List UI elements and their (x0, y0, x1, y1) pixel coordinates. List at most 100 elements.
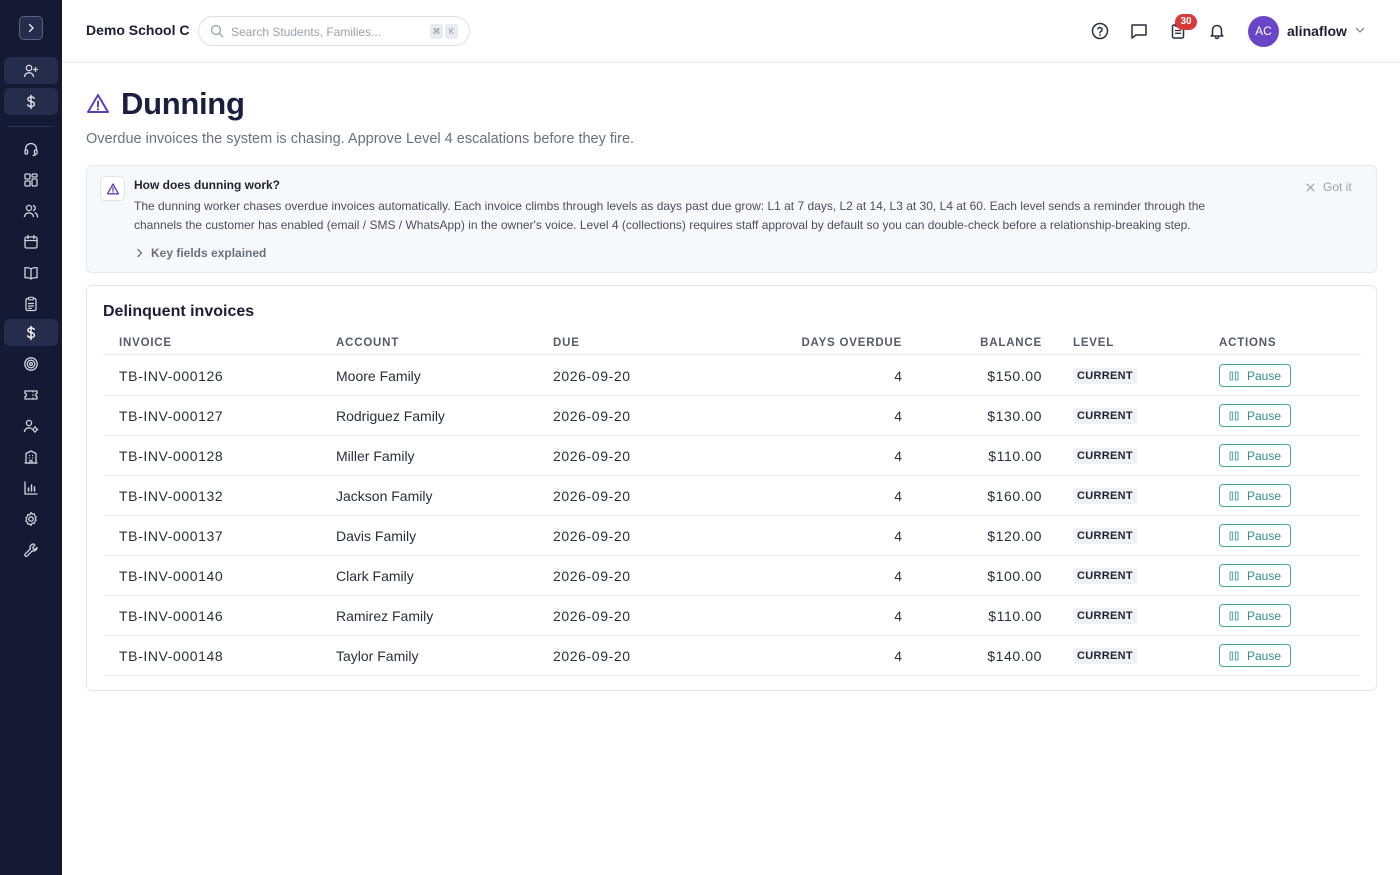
due-date: 2026-09-20 (553, 408, 631, 424)
notifications-button[interactable] (1206, 20, 1228, 42)
sidebar-item-goals[interactable] (4, 350, 58, 377)
sidebar-item-billing[interactable] (4, 319, 58, 346)
sidebar-item-reports[interactable] (4, 474, 58, 501)
page-header: Dunning (86, 86, 245, 122)
account-name[interactable]: Jackson Family (336, 488, 432, 504)
days-overdue: 4 (894, 568, 902, 584)
book-icon (24, 266, 38, 280)
account-name[interactable]: Moore Family (336, 368, 421, 384)
due-date: 2026-09-20 (553, 448, 631, 464)
sidebar-item-add-student[interactable] (4, 57, 58, 84)
sidebar-item-tools[interactable] (4, 536, 58, 563)
avatar[interactable]: AC (1248, 16, 1279, 47)
invoice-number[interactable]: TB-INV-000128 (119, 448, 223, 464)
pause-icon (1229, 371, 1239, 380)
pause-label: Pause (1247, 448, 1282, 463)
pause-button[interactable]: Pause (1219, 564, 1291, 587)
sidebar-item-tasks[interactable] (4, 290, 58, 317)
sidebar-item-calendar[interactable] (4, 228, 58, 255)
col-header-days-overdue: DAYS OVERDUE (801, 337, 902, 349)
delinquent-invoices-card: Delinquent invoices INVOICE ACCOUNT DUE … (86, 285, 1377, 691)
table-row: TB-INV-000137 Davis Family 2026-09-20 4 $120… (103, 516, 1361, 556)
balance: $110.00 (988, 448, 1042, 464)
page-subtitle: Overdue invoices the system is chasing. … (86, 131, 635, 147)
help-circle-icon (1091, 22, 1109, 40)
top-bar: Demo School C ⌘ K 30 AC alinaflow (62, 0, 1400, 63)
sidebar-item-support[interactable] (4, 135, 58, 162)
pause-button[interactable]: Pause (1219, 444, 1291, 467)
account-name[interactable]: Taylor Family (336, 648, 418, 664)
days-overdue: 4 (894, 648, 902, 664)
sidebar-expand-button[interactable] (19, 16, 43, 40)
sidebar-item-payments-quick[interactable] (4, 88, 58, 115)
target-icon (24, 356, 38, 371)
sidebar-item-dashboard[interactable] (4, 166, 58, 193)
col-header-invoice: INVOICE (119, 337, 172, 349)
sidebar-item-families[interactable] (4, 197, 58, 224)
ticket-icon (24, 389, 38, 400)
level-badge: CURRENT (1073, 408, 1137, 424)
account-name[interactable]: Rodriguez Family (336, 408, 445, 424)
close-icon (1306, 182, 1315, 192)
col-header-due: DUE (553, 337, 580, 349)
pause-button[interactable]: Pause (1219, 524, 1291, 547)
due-date: 2026-09-20 (553, 608, 631, 624)
pause-icon (1229, 411, 1239, 420)
invoice-number[interactable]: TB-INV-000132 (119, 488, 223, 504)
level-badge: CURRENT (1073, 648, 1137, 664)
user-plus-icon (23, 64, 39, 77)
info-icon-box (100, 176, 125, 201)
invoice-number[interactable]: TB-INV-000146 (119, 608, 223, 624)
info-title: How does dunning work? (134, 178, 280, 192)
key-fields-toggle[interactable]: Key fields explained (136, 246, 266, 260)
invoice-number[interactable]: TB-INV-000126 (119, 368, 223, 384)
users-icon (23, 204, 39, 218)
account-name[interactable]: Clark Family (336, 568, 414, 584)
table-row: TB-INV-000148 Taylor Family 2026-09-20 4 $14… (103, 636, 1361, 676)
user-gear-icon (23, 419, 39, 433)
invoice-number[interactable]: TB-INV-000137 (119, 528, 223, 544)
account-name[interactable]: Davis Family (336, 528, 416, 544)
pause-label: Pause (1247, 648, 1282, 663)
user-name[interactable]: alinaflow (1287, 23, 1347, 39)
sidebar-item-staff[interactable] (4, 412, 58, 439)
dismiss-info-button[interactable]: Got it (1306, 180, 1352, 194)
pause-button[interactable]: Pause (1219, 364, 1291, 387)
search-icon (210, 24, 224, 38)
invoice-number[interactable]: TB-INV-000127 (119, 408, 223, 424)
table-header: INVOICE ACCOUNT DUE DAYS OVERDUE BALANCE… (103, 335, 1361, 355)
pause-button[interactable]: Pause (1219, 404, 1291, 427)
account-name[interactable]: Ramirez Family (336, 608, 433, 624)
pause-button[interactable]: Pause (1219, 644, 1291, 667)
global-search[interactable]: ⌘ K (198, 16, 470, 46)
key-fields-label: Key fields explained (151, 246, 267, 260)
pause-label: Pause (1247, 568, 1282, 583)
account-name[interactable]: Miller Family (336, 448, 415, 464)
sidebar-item-settings[interactable] (4, 505, 58, 532)
search-input[interactable] (231, 23, 421, 40)
help-button[interactable] (1089, 20, 1111, 42)
balance: $150.00 (987, 368, 1042, 384)
sidebar-item-tickets[interactable] (4, 381, 58, 408)
pause-label: Pause (1247, 368, 1282, 383)
invoice-number[interactable]: TB-INV-000148 (119, 648, 223, 664)
table-row: TB-INV-000126 Moore Family 2026-09-20 4 $150… (103, 356, 1361, 396)
pause-icon (1229, 491, 1239, 500)
clipboard-icon (25, 296, 37, 311)
level-badge: CURRENT (1073, 528, 1137, 544)
pause-button[interactable]: Pause (1219, 604, 1291, 627)
sidebar (0, 0, 62, 875)
dismiss-label: Got it (1323, 180, 1352, 194)
sidebar-item-organization[interactable] (4, 443, 58, 470)
invoice-number[interactable]: TB-INV-000140 (119, 568, 223, 584)
sidebar-item-curriculum[interactable] (4, 259, 58, 286)
col-header-account: ACCOUNT (336, 337, 400, 349)
pause-button[interactable]: Pause (1219, 484, 1291, 507)
due-date: 2026-09-20 (553, 648, 631, 664)
info-callout: How does dunning work? The dunning worke… (86, 165, 1377, 273)
chevron-down-icon[interactable] (1354, 24, 1366, 36)
notification-count-badge: 30 (1175, 14, 1197, 30)
balance: $100.00 (987, 568, 1042, 584)
messages-button[interactable] (1128, 20, 1150, 42)
days-overdue: 4 (894, 448, 902, 464)
